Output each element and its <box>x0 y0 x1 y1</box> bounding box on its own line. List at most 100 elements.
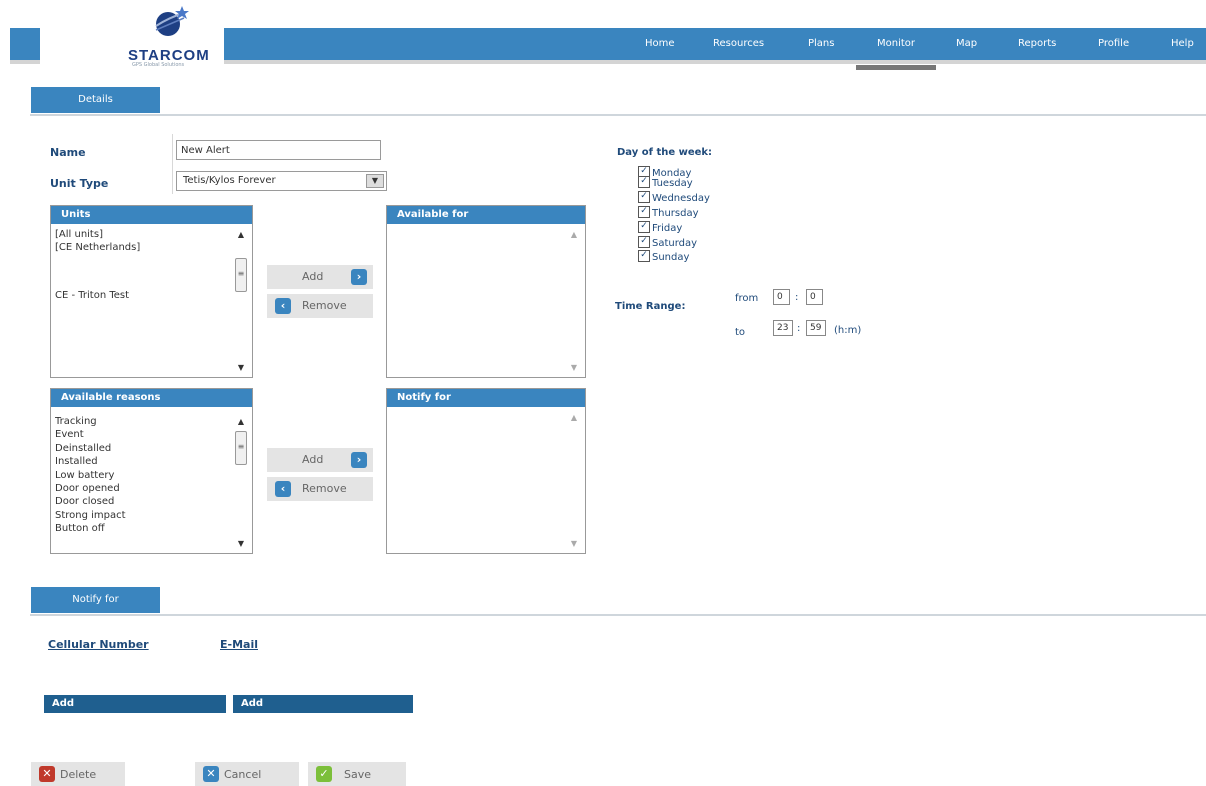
to-hour-input[interactable]: 23 <box>773 320 793 336</box>
list-item[interactable] <box>55 268 230 281</box>
check-icon[interactable]: ✓ <box>638 221 650 233</box>
to-minute-input[interactable]: 59 <box>806 320 826 336</box>
list-item[interactable]: Installed <box>55 455 230 468</box>
list-item[interactable]: Strong impact <box>55 509 230 522</box>
day-label: Thursday <box>652 208 699 219</box>
units-list[interactable]: Units [All units] [CE Netherlands] CE - … <box>50 205 253 378</box>
list-item[interactable]: CE - Triton Test <box>55 289 230 302</box>
notify-for-items[interactable] <box>391 411 563 551</box>
list-item[interactable]: Tracking <box>55 415 230 428</box>
nav-resources[interactable]: Resources <box>713 38 764 49</box>
save-icon: ✓ <box>316 766 332 782</box>
day-of-week-title: Day of the week: <box>617 147 713 158</box>
save-button[interactable]: ✓ Save <box>308 762 406 786</box>
notify-for-list[interactable]: Notify for ▲ ▼ <box>386 388 586 554</box>
from-minute-input[interactable]: 0 <box>806 289 823 305</box>
remove-label: Remove <box>302 482 347 495</box>
chevron-down-icon[interactable]: ▼ <box>366 174 384 188</box>
list-item[interactable]: Button off <box>55 522 230 535</box>
logo[interactable]: STARCOM GPS Global Solutions <box>40 0 224 68</box>
reasons-remove-button[interactable]: ‹ Remove <box>267 477 373 501</box>
name-input[interactable] <box>176 140 381 160</box>
scroll-down-icon[interactable]: ▼ <box>565 361 583 375</box>
time-unit-hint: (h:m) <box>834 325 862 336</box>
cancel-button[interactable]: ✕ Cancel <box>195 762 299 786</box>
delete-button[interactable]: ✕ Delete <box>31 762 125 786</box>
check-icon[interactable]: ✓ <box>638 236 650 248</box>
email-link[interactable]: E-Mail <box>220 638 258 651</box>
units-list-items[interactable]: [All units] [CE Netherlands] CE - Triton… <box>55 228 230 375</box>
day-label: Friday <box>652 223 683 234</box>
add-email-button[interactable]: Add <box>233 695 413 713</box>
notify-for-header: Notify for <box>387 389 585 407</box>
form-divider <box>172 134 173 194</box>
list-item[interactable]: [CE Netherlands] <box>55 241 230 254</box>
cellular-number-link[interactable]: Cellular Number <box>48 638 149 651</box>
delete-icon: ✕ <box>39 766 55 782</box>
time-separator: : <box>795 292 799 303</box>
scroll-down-icon[interactable]: ▼ <box>232 537 250 551</box>
name-label: Name <box>50 146 86 159</box>
reasons-add-button[interactable]: Add › <box>267 448 373 472</box>
list-item[interactable] <box>55 255 230 268</box>
available-for-list[interactable]: Available for ▲ ▼ <box>386 205 586 378</box>
scroll-up-icon[interactable]: ▲ <box>565 411 583 425</box>
list-item[interactable]: [All units] <box>55 228 230 241</box>
list-item[interactable]: Door closed <box>55 495 230 508</box>
nav-plans[interactable]: Plans <box>808 38 834 49</box>
units-remove-button[interactable]: ‹ Remove <box>267 294 373 318</box>
tab-notify-for[interactable]: Notify for <box>31 587 160 613</box>
available-reasons-list[interactable]: Available reasons Tracking Event Deinsta… <box>50 388 253 554</box>
scroll-up-icon[interactable]: ▲ <box>565 228 583 242</box>
available-for-items[interactable] <box>391 228 563 375</box>
nav-profile[interactable]: Profile <box>1098 38 1129 49</box>
available-reasons-header: Available reasons <box>51 389 252 407</box>
available-reasons-items[interactable]: Tracking Event Deinstalled Installed Low… <box>55 415 230 551</box>
cancel-icon: ✕ <box>203 766 219 782</box>
reasons-scrollbar[interactable]: ▲ ≡ ▼ <box>232 411 250 551</box>
nav-home[interactable]: Home <box>645 38 675 49</box>
to-label: to <box>735 327 746 338</box>
available-for-scrollbar[interactable]: ▲ ▼ <box>565 228 583 375</box>
scroll-up-icon[interactable]: ▲ <box>232 228 250 242</box>
check-icon[interactable]: ✓ <box>638 250 650 262</box>
add-label: Add <box>302 453 324 466</box>
nav-map[interactable]: Map <box>956 38 977 49</box>
from-hour-input[interactable]: 0 <box>773 289 790 305</box>
list-item[interactable]: Low battery <box>55 469 230 482</box>
list-item[interactable]: Deinstalled <box>55 442 230 455</box>
logo-globe-icon <box>155 6 189 36</box>
list-item[interactable]: Event <box>55 428 230 441</box>
nav-reports[interactable]: Reports <box>1018 38 1056 49</box>
check-icon[interactable]: ✓ <box>638 206 650 218</box>
logo-tagline: GPS Global Solutions <box>132 62 185 68</box>
scroll-up-icon[interactable]: ▲ <box>232 415 250 429</box>
units-list-header: Units <box>51 206 252 224</box>
tab-details[interactable]: Details <box>31 87 160 113</box>
cancel-label: Cancel <box>224 768 262 781</box>
check-icon[interactable]: ✓ <box>638 176 650 188</box>
delete-label: Delete <box>60 768 97 781</box>
arrow-right-icon: › <box>351 269 367 285</box>
check-icon[interactable]: ✓ <box>638 191 650 203</box>
day-label: Sunday <box>652 252 690 263</box>
nav-monitor[interactable]: Monitor <box>877 38 915 49</box>
remove-label: Remove <box>302 299 347 312</box>
unit-type-select[interactable]: Tetis/Kylos Forever ▼ <box>176 171 387 191</box>
scroll-down-icon[interactable]: ▼ <box>565 537 583 551</box>
unit-type-value: Tetis/Kylos Forever <box>183 175 276 186</box>
day-label: Saturday <box>652 238 698 249</box>
units-add-button[interactable]: Add › <box>267 265 373 289</box>
units-scrollbar[interactable]: ▲ ≡ ▼ <box>232 228 250 375</box>
add-cellular-button[interactable]: Add <box>44 695 226 713</box>
scroll-thumb[interactable]: ≡ <box>235 258 247 292</box>
notify-for-scrollbar[interactable]: ▲ ▼ <box>565 411 583 551</box>
arrow-left-icon: ‹ <box>275 298 291 314</box>
list-item[interactable]: Door opened <box>55 482 230 495</box>
arrow-left-icon: ‹ <box>275 481 291 497</box>
available-for-header: Available for <box>387 206 585 224</box>
scroll-down-icon[interactable]: ▼ <box>232 361 250 375</box>
nav-active-indicator <box>856 65 936 70</box>
scroll-thumb[interactable]: ≡ <box>235 431 247 465</box>
nav-help[interactable]: Help <box>1171 38 1194 49</box>
